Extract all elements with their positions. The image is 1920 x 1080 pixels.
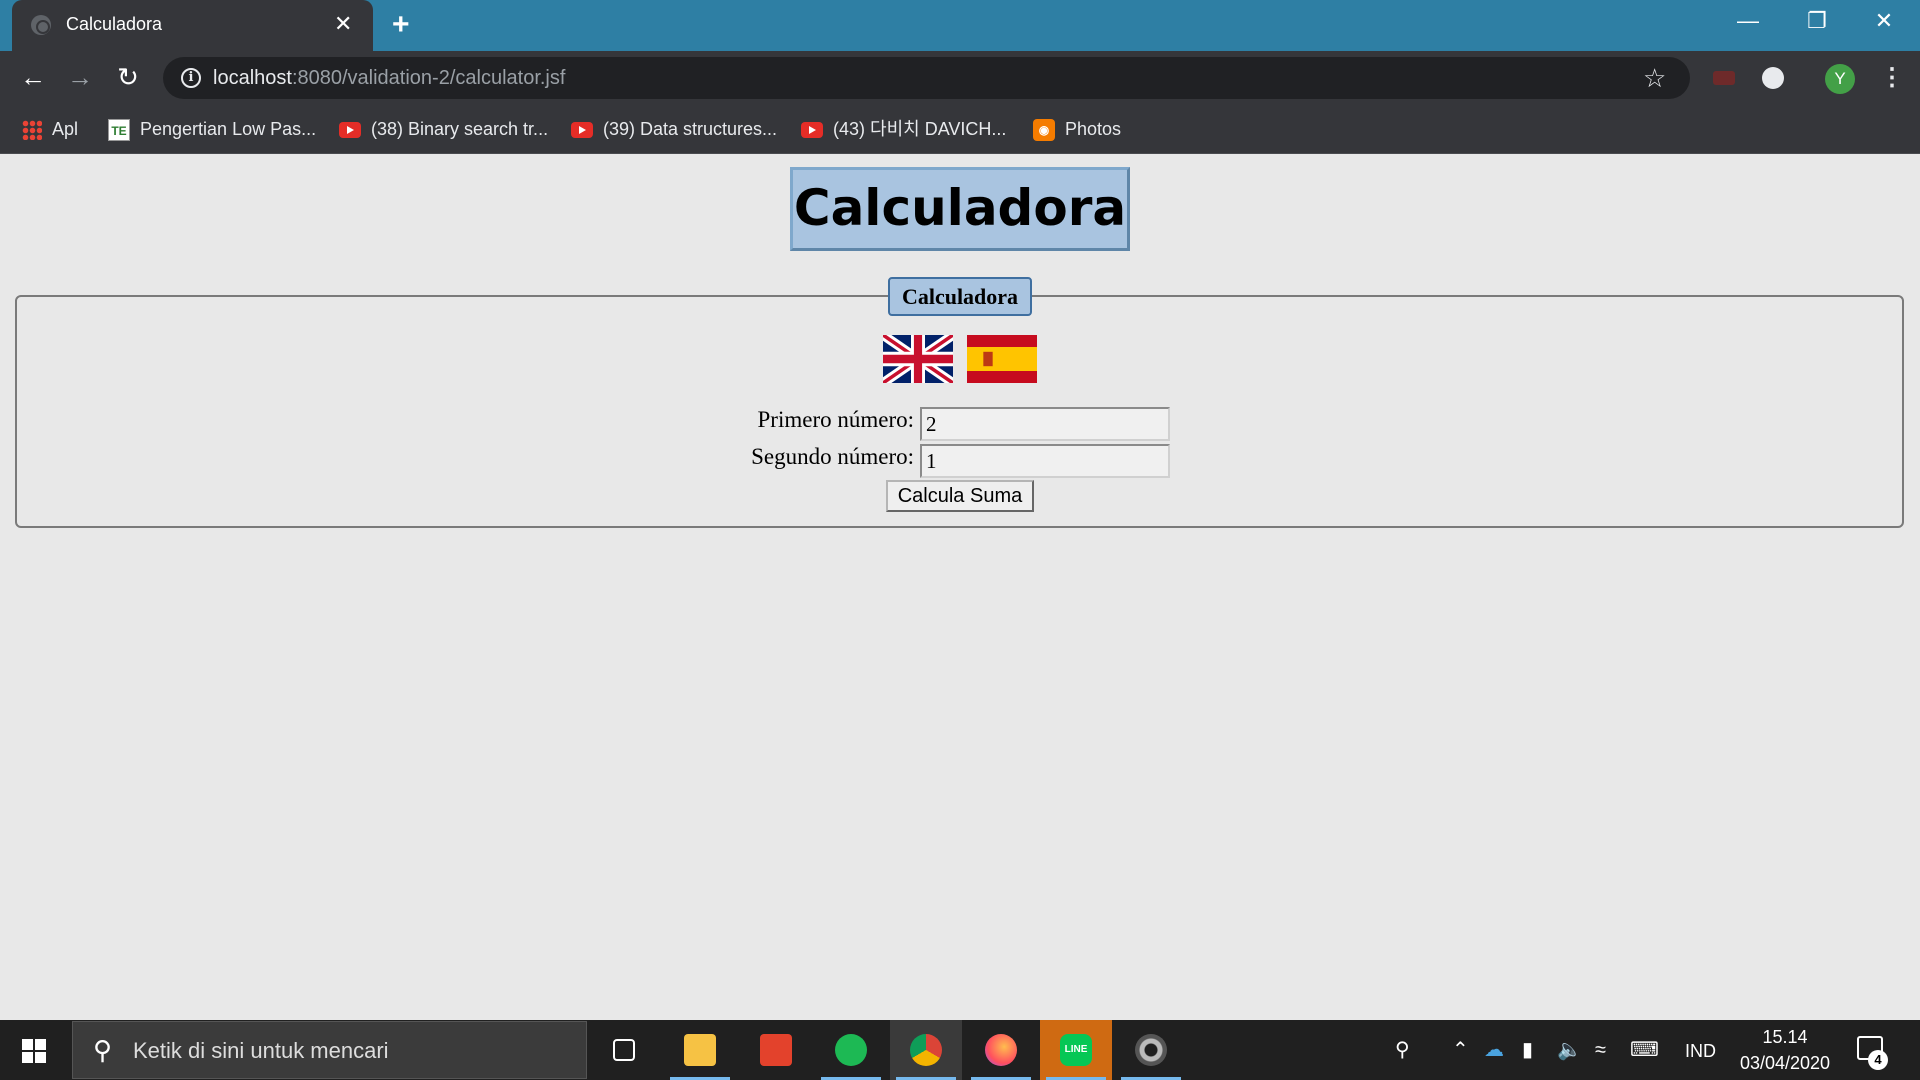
forward-icon[interactable]: →	[63, 62, 97, 92]
bookmark-label: (39) Data structures...	[603, 119, 778, 139]
first-number-input[interactable]	[920, 407, 1170, 441]
menu-icon[interactable]: ⋮	[1880, 63, 1904, 93]
bookmark-item[interactable]: (38) Binary search tr...	[339, 116, 548, 142]
bookmark-apps[interactable]: Apl	[22, 116, 78, 142]
youtube-icon	[339, 122, 361, 139]
address-bar[interactable]: i localhost:8080/validation-2/calculator…	[163, 57, 1690, 99]
notification-count-badge: 4	[1868, 1050, 1888, 1070]
second-number-label: Segundo número:	[751, 444, 914, 469]
profile-avatar[interactable]: Y	[1825, 64, 1855, 94]
browser-tab[interactable]: Calculadora ✕	[12, 0, 373, 51]
bookmark-label: (43) 다비치 DAVICH...	[833, 119, 1007, 139]
wifi-icon[interactable]: ≈	[1595, 1038, 1606, 1062]
office-icon	[760, 1034, 792, 1066]
spain-flag[interactable]	[967, 335, 1037, 383]
page-title: Calculadora	[790, 167, 1130, 251]
browser-titlebar: Calculadora ✕ + — ❐ ✕	[0, 0, 1920, 51]
youtube-icon	[801, 122, 823, 139]
settings-button[interactable]	[1115, 1020, 1187, 1080]
taskbar-search[interactable]: ⚲ Ketik di sini untuk mencari	[72, 1021, 587, 1079]
windows-start-icon[interactable]	[22, 1039, 46, 1063]
spotify-button[interactable]	[815, 1020, 887, 1080]
reload-icon[interactable]: ↻	[111, 62, 145, 92]
chrome-icon	[910, 1034, 942, 1066]
taskbar-clock[interactable]: 15.14 03/04/2020	[1730, 1024, 1840, 1076]
language-indicator[interactable]: IND	[1685, 1039, 1716, 1063]
windows-taskbar: ⚲ Ketik di sini untuk mencari LINE ⚲ ⌃ ☁…	[0, 1020, 1920, 1080]
close-window-button[interactable]: ✕	[1864, 8, 1904, 34]
chevron-up-icon[interactable]: ⌃	[1452, 1038, 1469, 1062]
bookmark-label: Pengertian Low Pas...	[140, 119, 317, 139]
bookmark-item[interactable]: ◉ Photos	[1033, 116, 1121, 142]
line-button[interactable]: LINE	[1040, 1020, 1112, 1080]
fieldset-legend: Calculadora	[888, 277, 1032, 316]
tab-title: Calculadora	[66, 14, 163, 34]
firefox-button[interactable]	[965, 1020, 1037, 1080]
youtube-icon	[571, 122, 593, 139]
extension-icon[interactable]	[1713, 71, 1735, 85]
close-tab-icon[interactable]: ✕	[334, 12, 352, 36]
bookmark-item[interactable]: (43) 다비치 DAVICH...	[801, 116, 1006, 142]
page-viewport: Calculadora Calculadora Primero número: …	[0, 155, 1920, 1020]
bookmark-label: (38) Binary search tr...	[371, 119, 549, 139]
folder-icon	[684, 1034, 716, 1066]
people-icon[interactable]: ⚲	[1395, 1038, 1410, 1062]
uk-flag[interactable]	[883, 335, 953, 383]
firefox-icon	[985, 1034, 1017, 1066]
bookmarks-bar: Apl TE Pengertian Low Pas... (38) Binary …	[0, 106, 1920, 154]
clock-time: 15.14	[1762, 1027, 1808, 1047]
url-host: localhost	[213, 67, 292, 89]
search-icon: ⚲	[93, 1035, 113, 1065]
chrome-button[interactable]	[890, 1020, 962, 1080]
clock-date: 03/04/2020	[1739, 1053, 1831, 1073]
bookmark-star-icon[interactable]: ☆	[1643, 64, 1666, 92]
first-number-label: Primero número:	[757, 407, 915, 432]
info-icon[interactable]: i	[181, 68, 201, 88]
line-icon: LINE	[1060, 1034, 1092, 1066]
bookmark-item[interactable]: (39) Data structures...	[571, 116, 777, 142]
battery-icon[interactable]: ▮	[1522, 1038, 1533, 1062]
new-tab-button[interactable]: +	[392, 9, 410, 41]
back-icon[interactable]: ←	[16, 62, 50, 92]
extension-icon[interactable]	[1762, 67, 1784, 89]
file-explorer-button[interactable]	[664, 1020, 736, 1080]
photos-icon: ◉	[1033, 119, 1055, 142]
bookmark-label: Photos	[1065, 119, 1122, 139]
minimize-button[interactable]: —	[1728, 8, 1768, 34]
url-path: :8080/validation-2/calculator.jsf	[291, 67, 566, 89]
bookmark-label: Apl	[52, 119, 79, 139]
url-text[interactable]: localhost:8080/validation-2/calculator.j…	[213, 67, 565, 90]
spotify-icon	[835, 1034, 867, 1066]
gear-icon	[1135, 1034, 1167, 1066]
calculate-sum-button[interactable]: Calcula Suma	[886, 480, 1034, 512]
task-view-button[interactable]	[588, 1020, 660, 1080]
volume-icon[interactable]: 🔈	[1557, 1038, 1582, 1062]
onedrive-icon[interactable]: ☁	[1484, 1038, 1504, 1062]
keyboard-icon[interactable]: ⌨	[1630, 1038, 1659, 1062]
task-view-icon	[613, 1039, 635, 1061]
search-placeholder: Ketik di sini untuk mencari	[133, 1038, 389, 1063]
restore-button[interactable]: ❐	[1797, 8, 1837, 34]
apps-icon	[22, 120, 42, 141]
te-icon: TE	[108, 119, 130, 142]
browser-toolbar: ← → ↻ i localhost:8080/validation-2/calc…	[0, 51, 1920, 106]
second-number-input[interactable]	[920, 444, 1170, 478]
office-button[interactable]	[740, 1020, 812, 1080]
bookmark-item[interactable]: TE Pengertian Low Pas...	[108, 116, 316, 142]
globe-icon	[31, 15, 51, 35]
